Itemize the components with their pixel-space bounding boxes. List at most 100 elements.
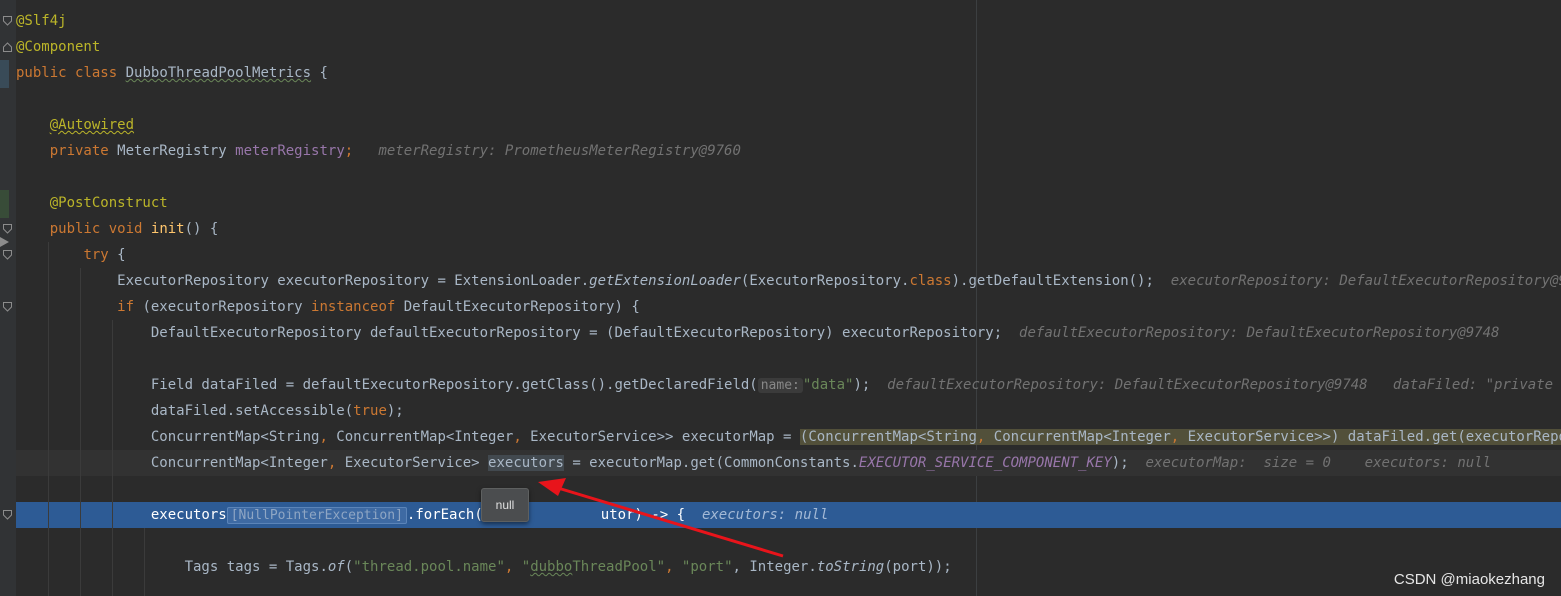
code-line[interactable]: if (executorRepository instanceof Defaul… (16, 294, 1561, 320)
method-call-token: getExtensionLoader (589, 273, 741, 289)
code-line[interactable]: dataFiled.setAccessible(true); (16, 398, 1561, 424)
fold-marker-icon[interactable] (3, 16, 12, 26)
annotation-token: @Slf4j (16, 13, 67, 29)
code-token: ConcurrentMap<Integer (150, 455, 328, 471)
method-name-token: init (150, 221, 185, 237)
annotation-token: @Autowired (49, 117, 135, 133)
code-token: , (665, 559, 682, 575)
inline-debug-value[interactable]: executors: null (702, 507, 828, 523)
class-name-token: DubboThreadPoolMetrics (125, 65, 312, 81)
code-token: ConcurrentMap<Integer (327, 429, 514, 445)
annotation-token: @Component (16, 39, 101, 55)
exception-inlay-badge[interactable]: [NullPointerException] (226, 507, 407, 524)
execution-point-line[interactable]: executors [NullPointerException] .forEach(… (16, 502, 1561, 528)
code-token: { (108, 247, 126, 263)
code-line[interactable]: Field dataFiled = defaultExecutorReposit… (16, 372, 1561, 398)
inline-debug-value[interactable]: meterRegistry: PrometheusMeterRegistry@9… (378, 143, 740, 159)
string-token: "port" (681, 559, 733, 575)
string-token: dubbo (530, 559, 573, 575)
fold-marker-icon[interactable] (3, 224, 12, 234)
code-token: ExecutorService>>) dataFiled.get(executo… (1187, 429, 1561, 445)
code-token: ); (386, 403, 404, 419)
code-token: , Integer. (732, 559, 817, 575)
code-token: ); (853, 377, 871, 393)
code-token: , (1170, 429, 1180, 445)
code-token: (port)); (884, 559, 952, 575)
code-token: MeterRegistry (108, 143, 236, 159)
code-line[interactable]: private MeterRegistry meterRegistry; met… (16, 138, 1561, 164)
inline-debug-value[interactable]: executorMap: size = 0 executors: null (1146, 455, 1492, 471)
fold-marker-icon[interactable] (3, 42, 12, 52)
keyword-token: class (909, 273, 952, 289)
keyword-token: public (16, 65, 67, 81)
code-line[interactable]: @PostConstruct (16, 190, 1561, 216)
code-token: ExecutorRepository executorRepository = … (117, 273, 590, 289)
indent-guide (48, 242, 49, 596)
code-token: ConcurrentMap<Integer (985, 429, 1171, 445)
fold-marker-icon[interactable] (3, 510, 12, 520)
code-token: utor) -> { (600, 507, 686, 523)
vcs-change-marker[interactable] (0, 60, 9, 88)
code-line[interactable]: @Autowired (16, 112, 1561, 138)
code-token: dataFiled.setAccessible( (150, 403, 354, 419)
code-line-current[interactable]: ConcurrentMap<Integer, ExecutorService> … (16, 450, 1561, 476)
keyword-token: private (49, 143, 109, 159)
breakpoint-arrow-icon[interactable] (0, 237, 9, 247)
variable-under-cursor[interactable]: executors (488, 455, 564, 471)
code-line[interactable]: public class DubboThreadPoolMetrics { (16, 60, 1561, 86)
string-token: ThreadPool" (572, 559, 666, 575)
code-token: () { (184, 221, 219, 237)
keyword-token: instanceof (311, 299, 396, 315)
code-token: (ExecutorRepository. (740, 273, 910, 289)
code-token: ExecutorService> (336, 455, 489, 471)
watermark: CSDN @miaokezhang (1393, 571, 1545, 588)
inline-debug-value[interactable]: executorRepository: DefaultExecutorRepos… (1171, 273, 1561, 289)
code-line[interactable]: try { (16, 242, 1561, 268)
method-call-token: toString (816, 559, 885, 575)
code-line[interactable]: ExecutorRepository executorRepository = … (16, 268, 1561, 294)
constant-token: EXECUTOR_SERVICE_COMPONENT_KEY (858, 455, 1112, 471)
vcs-added-marker[interactable] (0, 190, 9, 218)
string-token: "thread.pool.name" (353, 559, 505, 575)
keyword-token: public (49, 221, 101, 237)
editor-gutter[interactable] (0, 0, 16, 596)
code-line[interactable]: @Slf4j (16, 8, 1561, 34)
code-line[interactable]: ConcurrentMap<String, ConcurrentMap<Inte… (16, 424, 1561, 450)
code-token: DefaultExecutorRepository) { (395, 299, 640, 315)
annotation-token: @PostConstruct (49, 195, 168, 211)
keyword-token: if (117, 299, 135, 315)
code-token: ( (344, 559, 354, 575)
fold-marker-icon[interactable] (3, 302, 12, 312)
code-token: ).getDefaultExtension(); (951, 273, 1154, 289)
code-line[interactable]: @Component (16, 34, 1561, 60)
inline-debug-value[interactable]: defaultExecutorRepository: DefaultExecut… (1019, 325, 1499, 341)
code-token: , (319, 429, 328, 445)
highlighted-expression[interactable]: (ConcurrentMap<String, ConcurrentMap<Int… (799, 429, 1561, 445)
code-token: (ConcurrentMap<String (799, 429, 977, 445)
code-line[interactable]: public void init() { (16, 216, 1561, 242)
code-token: ); (1111, 455, 1129, 471)
method-call-token: of (327, 559, 345, 575)
fold-marker-icon[interactable] (3, 250, 12, 260)
indent-guide (80, 268, 81, 596)
code-token: DefaultExecutorRepository defaultExecuto… (150, 325, 1003, 341)
parameter-name-hint: name: (757, 378, 803, 393)
code-line[interactable]: DefaultExecutorRepository defaultExecuto… (16, 320, 1561, 346)
string-token: "data" (802, 377, 854, 393)
keyword-token: try (83, 247, 109, 263)
code-line[interactable]: Tags tags = Tags.of("thread.pool.name" , … (16, 554, 1561, 580)
indent-guide (144, 528, 145, 596)
code-token: ExecutorService>> executorMap = (521, 429, 800, 445)
code-token: ConcurrentMap<String (150, 429, 320, 445)
indent-guide (112, 320, 113, 596)
code-token: Tags tags = Tags. (184, 559, 328, 575)
code-token: ; (344, 143, 354, 159)
code-token: { (311, 65, 328, 81)
keyword-token: class (75, 65, 118, 81)
inline-debug-value[interactable]: dataFiled: "private java.uti (1393, 377, 1561, 393)
field-token: meterRegistry (235, 143, 345, 159)
inline-debug-value[interactable]: defaultExecutorRepository: DefaultExecut… (887, 377, 1367, 393)
code-token: , (513, 429, 522, 445)
code-token: (executorRepository (134, 299, 312, 315)
keyword-token: true (353, 403, 387, 419)
